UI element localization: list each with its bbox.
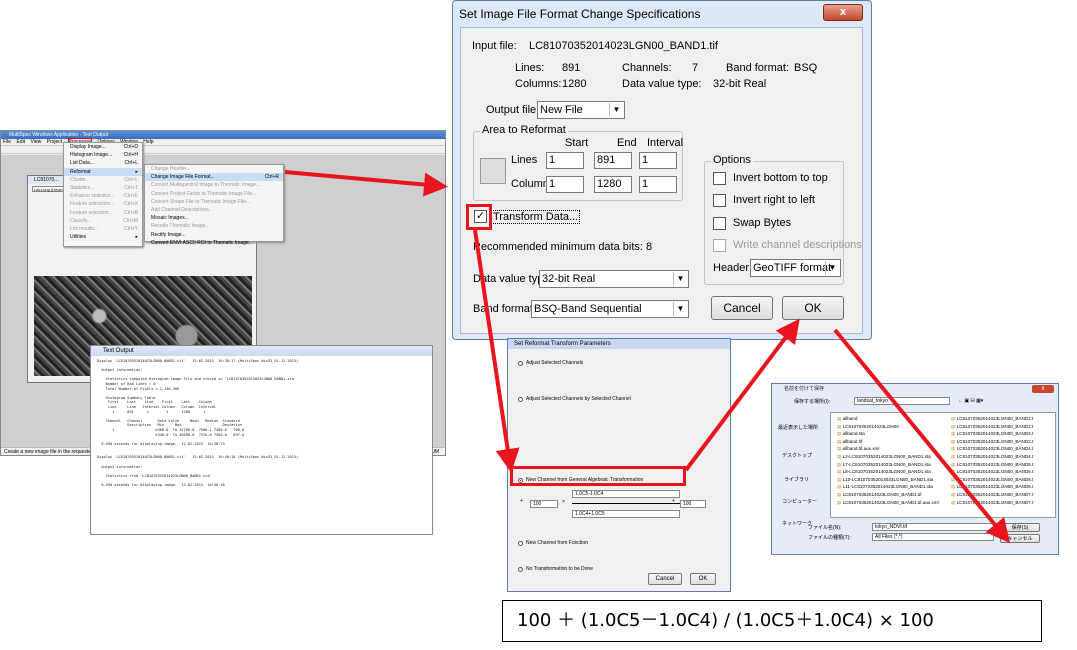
arrow-menu-to-dialog bbox=[284, 170, 448, 197]
arrow-transform-to-ok bbox=[684, 318, 800, 472]
annotation-arrows bbox=[284, 170, 1011, 544]
arrow-ok-to-save bbox=[833, 328, 1011, 544]
arrow-checkbox-to-transform bbox=[473, 229, 520, 473]
